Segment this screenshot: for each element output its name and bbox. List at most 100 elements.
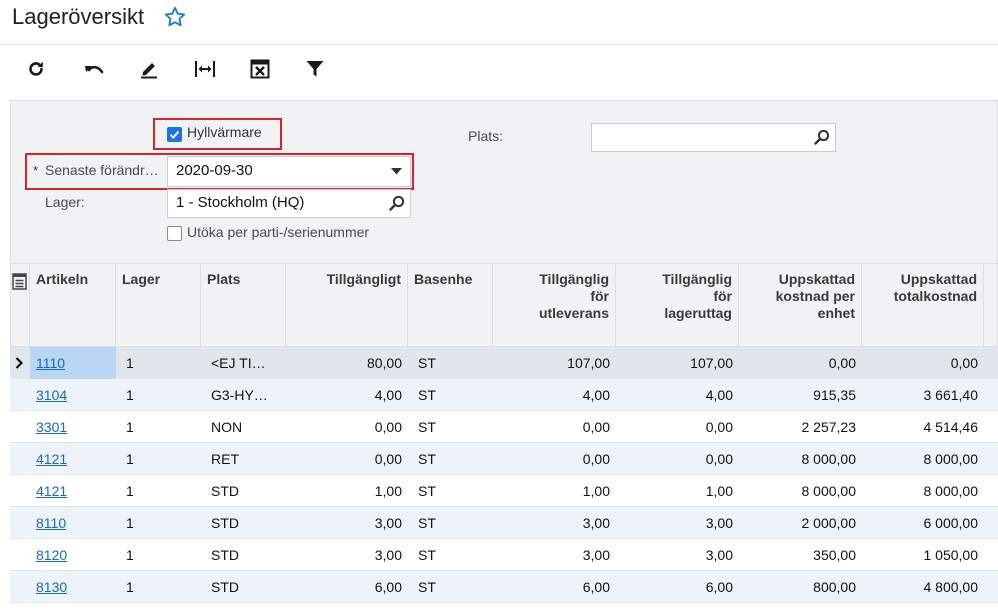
title-divider <box>0 44 998 45</box>
tillgangligt-cell: 1,00 <box>374 483 402 499</box>
column-header-basenhet[interactable]: Basenhe <box>408 263 493 347</box>
totalkostnad-cell: 8 000,00 <box>923 451 979 467</box>
basenhet-cell: ST <box>418 483 436 499</box>
tillgangligt-cell: 3,00 <box>374 515 402 531</box>
table-row[interactable]: 3301 1 NON 0,00 ST 0,00 0,00 2 257,23 4 … <box>10 411 998 443</box>
lager-cell: 1 <box>126 387 134 403</box>
utoka-label: Utöka per parti-/serienummer <box>187 224 370 240</box>
utleverans-cell: 6,00 <box>582 579 610 595</box>
totalkostnad-cell: 0,00 <box>950 355 978 371</box>
basenhet-cell: ST <box>418 515 436 531</box>
utleverans-cell: 0,00 <box>582 419 610 435</box>
fit-columns-button[interactable] <box>192 56 218 82</box>
column-header-kostnad-per-enhet[interactable]: Uppskattad kostnad per enhet <box>739 263 862 347</box>
utleverans-cell: 1,00 <box>582 483 610 499</box>
plats-cell: STD <box>211 547 239 563</box>
table-row[interactable]: 8120 1 STD 3,00 ST 3,00 3,00 350,00 1 05… <box>10 539 998 571</box>
row-selector-header[interactable] <box>10 263 30 347</box>
hyllvarmare-checkbox[interactable] <box>167 127 182 142</box>
column-header-plats[interactable]: Plats <box>201 263 286 347</box>
artikel-link[interactable]: 8130 <box>36 579 67 595</box>
table-row[interactable]: 1110 1 <EJ TI… 80,00 ST 107,00 107,00 0,… <box>10 347 998 379</box>
artikel-link[interactable]: 8110 <box>36 515 66 531</box>
kostnad-enhet-cell: 8 000,00 <box>801 483 857 499</box>
utoka-checkbox[interactable] <box>167 226 182 241</box>
plats-cell: G3-HY… <box>211 387 268 403</box>
basenhet-cell: ST <box>418 451 436 467</box>
plats-cell: STD <box>211 579 239 595</box>
artikel-link[interactable]: 4121 <box>36 451 67 467</box>
excel-icon <box>250 59 270 79</box>
lager-label: Lager: <box>45 194 85 210</box>
totalkostnad-cell: 6 000,00 <box>923 515 979 531</box>
plats-label: Plats: <box>468 128 504 144</box>
totalkostnad-cell: 4 800,00 <box>923 579 979 595</box>
senaste-date-field[interactable]: 2020-09-30 <box>167 156 411 187</box>
plats-field[interactable] <box>591 123 836 152</box>
filter-button[interactable] <box>302 56 328 82</box>
column-header-artikel[interactable]: Artikeln <box>30 263 116 347</box>
chevron-right-icon <box>15 357 23 369</box>
column-chooser-icon[interactable] <box>12 273 28 291</box>
tillgangligt-cell: 80,00 <box>366 355 402 371</box>
tillgangligt-cell: 0,00 <box>374 451 402 467</box>
basenhet-cell: ST <box>418 547 436 563</box>
star-icon[interactable] <box>163 5 187 29</box>
column-header-lageruttag[interactable]: Tillgänglig för lageruttag <box>616 263 739 347</box>
hyllvarmare-label: Hyllvärmare <box>187 124 262 140</box>
lager-cell: 1 <box>126 483 134 499</box>
lager-field[interactable]: 1 - Stockholm (HQ) <box>167 189 411 218</box>
artikel-link[interactable]: 4121 <box>36 483 67 499</box>
plats-cell: RET <box>211 451 239 467</box>
lager-cell: 1 <box>126 355 134 371</box>
page-title: Lageröversikt <box>12 4 145 29</box>
kostnad-enhet-cell: 2 257,23 <box>801 419 857 435</box>
artikel-link[interactable]: 3301 <box>36 419 67 435</box>
utleverans-cell: 4,00 <box>582 387 610 403</box>
totalkostnad-cell: 8 000,00 <box>923 483 979 499</box>
table-row[interactable]: 4121 1 STD 1,00 ST 1,00 1,00 8 000,00 8 … <box>10 475 998 507</box>
table-row[interactable]: 4121 1 RET 0,00 ST 0,00 0,00 8 000,00 8 … <box>10 443 998 475</box>
table-row[interactable]: 8110 1 STD 3,00 ST 3,00 3,00 2 000,00 6 … <box>10 507 998 539</box>
column-header-tillgangligt[interactable]: Tillgängligt <box>286 263 408 347</box>
export-excel-button[interactable] <box>247 56 273 82</box>
lageruttag-cell: 3,00 <box>705 515 733 531</box>
lager-value: 1 - Stockholm (HQ) <box>176 194 305 211</box>
artikel-link[interactable]: 3104 <box>36 387 67 403</box>
lager-cell: 1 <box>126 419 134 435</box>
lager-cell: 1 <box>126 515 134 531</box>
utleverans-cell: 0,00 <box>582 451 610 467</box>
kostnad-enhet-cell: 350,00 <box>813 547 856 563</box>
column-header-lager[interactable]: Lager <box>116 263 201 347</box>
column-header-totalkostnad[interactable]: Uppskattad totalkostnad <box>862 263 984 347</box>
table-row[interactable]: 3104 1 G3-HY… 4,00 ST 4,00 4,00 915,35 3… <box>10 379 998 411</box>
fit-width-icon <box>195 61 215 77</box>
lager-cell: 1 <box>126 547 134 563</box>
checkmark-icon <box>169 130 180 139</box>
table-row[interactable]: 8130 1 STD 6,00 ST 6,00 6,00 800,00 4 80… <box>10 571 998 603</box>
column-header-utleverans[interactable]: Tillgänglig för utleverans <box>493 263 616 347</box>
edit-button[interactable] <box>136 56 162 82</box>
required-marker: * <box>33 163 39 178</box>
basenhet-cell: ST <box>418 355 436 371</box>
tillgangligt-cell: 6,00 <box>374 579 402 595</box>
lageruttag-cell: 1,00 <box>705 483 733 499</box>
basenhet-cell: ST <box>418 579 436 595</box>
totalkostnad-cell: 1 050,00 <box>923 547 979 563</box>
filter-icon <box>306 61 324 77</box>
search-icon[interactable] <box>814 129 830 145</box>
utleverans-cell: 3,00 <box>582 515 610 531</box>
artikel-link[interactable]: 8120 <box>36 547 67 563</box>
dropdown-arrow-icon[interactable] <box>391 168 402 175</box>
artikel-link[interactable]: 1110 <box>36 355 65 371</box>
basenhet-cell: ST <box>418 387 436 403</box>
basenhet-cell: ST <box>418 419 436 435</box>
tillgangligt-cell: 3,00 <box>374 547 402 563</box>
lageruttag-cell: 0,00 <box>705 451 733 467</box>
lageruttag-cell: 3,00 <box>705 547 733 563</box>
search-icon[interactable] <box>389 195 405 211</box>
lager-cell: 1 <box>126 579 134 595</box>
tillgangligt-cell: 0,00 <box>374 419 402 435</box>
refresh-button[interactable] <box>23 56 49 82</box>
undo-button[interactable] <box>81 56 107 82</box>
